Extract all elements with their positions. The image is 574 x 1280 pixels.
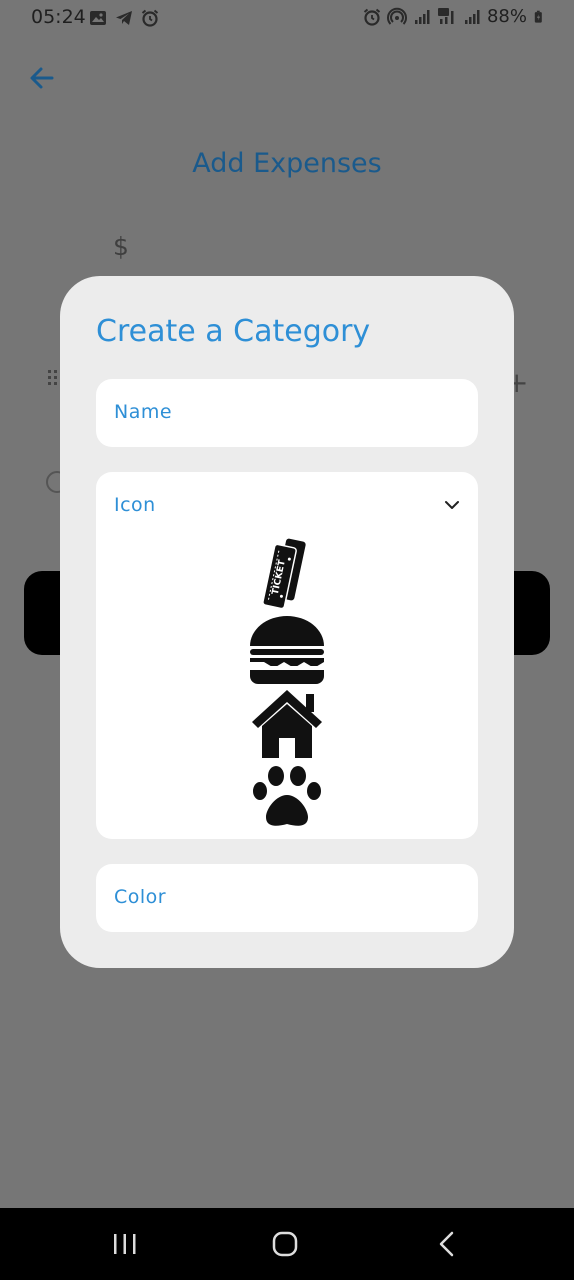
recent-apps-icon bbox=[114, 1234, 136, 1254]
amount-prefix: $ bbox=[113, 232, 129, 261]
signal-icon bbox=[414, 9, 430, 24]
recent-apps-button[interactable] bbox=[105, 1228, 145, 1260]
icon-option-paw[interactable] bbox=[245, 760, 329, 834]
hotspot-icon bbox=[387, 7, 407, 25]
icon-option-ticket[interactable]: TICKET bbox=[245, 538, 329, 612]
color-field[interactable]: Color bbox=[96, 864, 478, 932]
icon-option-burger[interactable] bbox=[245, 612, 329, 686]
icon-option-home[interactable] bbox=[245, 686, 329, 760]
telegram-icon bbox=[116, 11, 132, 25]
back-arrow-icon[interactable] bbox=[28, 64, 56, 92]
status-bar: 05:24 88% bbox=[0, 0, 574, 36]
status-right-icons: 88% bbox=[362, 6, 546, 27]
battery-icon bbox=[534, 10, 542, 23]
5g-signal-icon bbox=[437, 7, 454, 24]
create-category-dialog: Create a Category Name Icon TICKET Color bbox=[60, 276, 514, 968]
color-field-label: Color bbox=[114, 886, 167, 908]
name-field[interactable]: Name bbox=[96, 379, 478, 447]
name-field-label: Name bbox=[114, 401, 173, 423]
page-title: Add Expenses bbox=[192, 148, 382, 179]
battery-percent: 88% bbox=[486, 6, 527, 27]
burger-icon bbox=[250, 616, 324, 684]
paw-icon bbox=[253, 766, 321, 826]
alarm-icon bbox=[141, 9, 159, 27]
image-icon bbox=[90, 11, 106, 25]
signal-icon bbox=[464, 9, 480, 24]
icon-dropdown[interactable]: Icon TICKET bbox=[96, 472, 478, 839]
icon-options: TICKET bbox=[245, 538, 329, 834]
home-circle-icon bbox=[272, 1231, 298, 1257]
ticket-icon: TICKET bbox=[262, 538, 306, 610]
chevron-down-icon[interactable] bbox=[444, 498, 460, 512]
home-icon bbox=[252, 690, 322, 758]
home-button[interactable] bbox=[265, 1228, 305, 1260]
back-chevron-icon bbox=[439, 1231, 454, 1257]
system-nav-bar bbox=[0, 1208, 574, 1280]
status-left-icons bbox=[88, 8, 160, 28]
alarm-icon bbox=[363, 8, 381, 26]
status-time: 05:24 bbox=[31, 6, 86, 28]
icon-field-label: Icon bbox=[114, 494, 156, 516]
back-button[interactable] bbox=[427, 1228, 467, 1260]
dialog-title: Create a Category bbox=[96, 314, 371, 349]
